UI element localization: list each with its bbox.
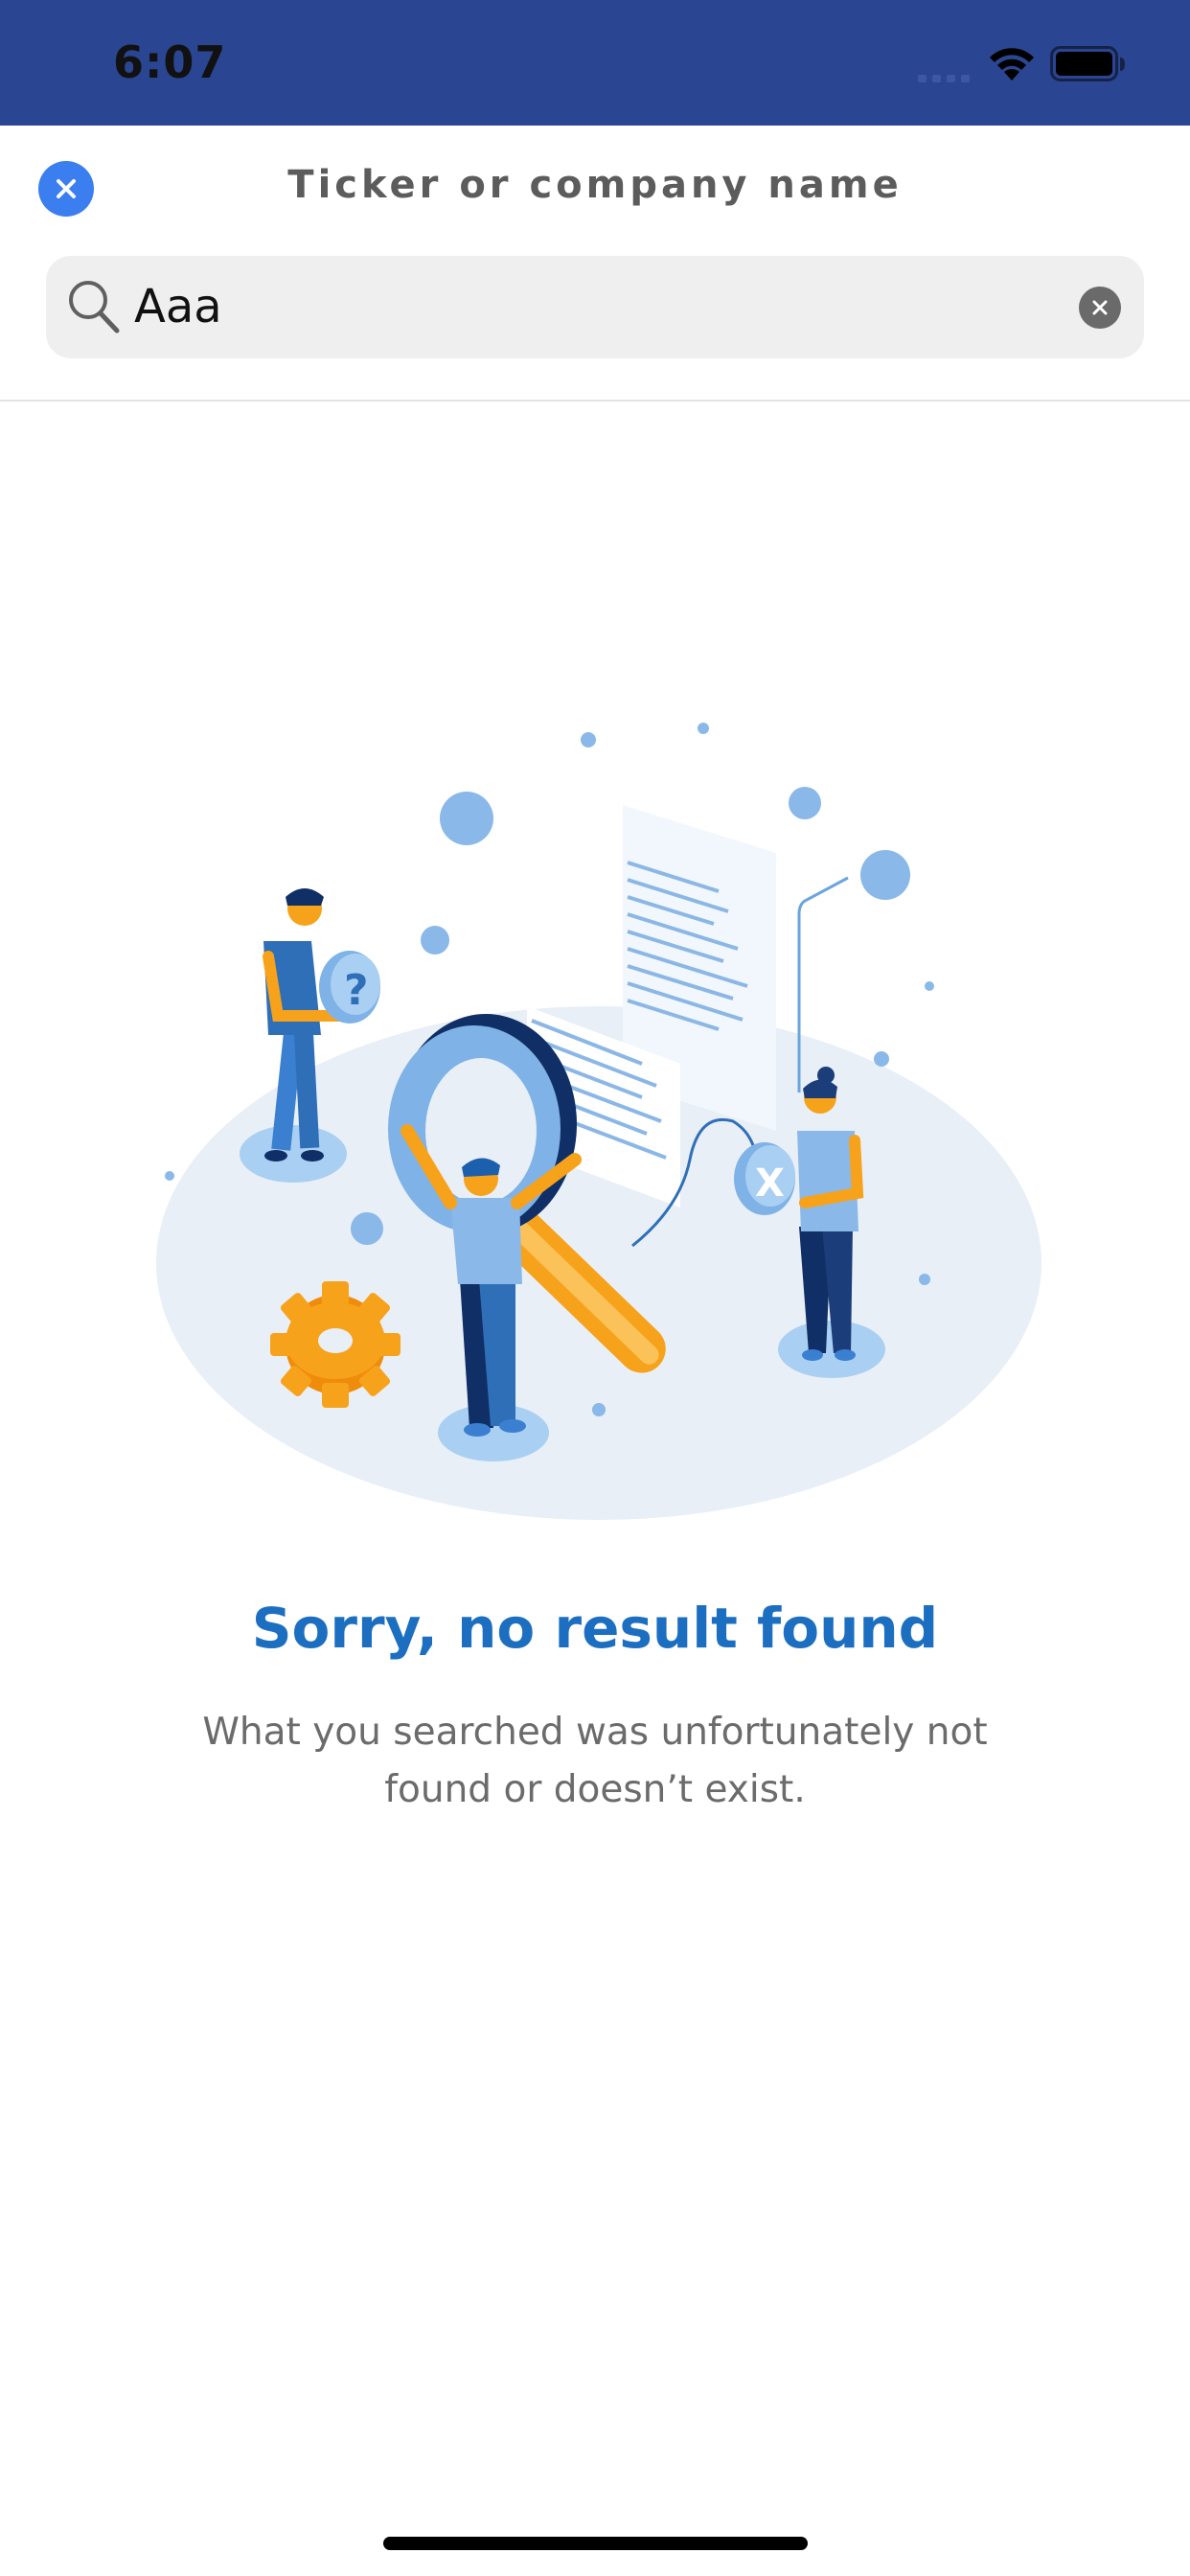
cellular-signal-icon: [918, 75, 970, 82]
clear-search-button[interactable]: [1079, 287, 1121, 329]
svg-text:X: X: [755, 1162, 785, 1206]
no-results-illustration: ? X: [156, 723, 1041, 1520]
search-input[interactable]: [134, 273, 1054, 340]
status-bar: 6:07: [0, 0, 1190, 126]
status-time: 6:07: [113, 36, 227, 88]
search-icon: [69, 281, 120, 334]
wifi-icon: [990, 48, 1034, 80]
home-indicator[interactable]: [383, 2537, 808, 2550]
search-bar[interactable]: [46, 256, 1144, 358]
no-results-message: What you searched was unfortunately not …: [202, 1711, 988, 1811]
clear-icon: [1092, 300, 1108, 315]
svg-text:?: ?: [344, 966, 369, 1015]
battery-icon: [1050, 46, 1125, 81]
page-title: Ticker or company name: [287, 163, 903, 207]
header-divider: [0, 400, 1190, 402]
search-screen: 6:07 Ticker or company name Aaa ? X Sorr…: [0, 0, 1190, 2576]
no-results-title: Sorry, no result found: [251, 1596, 939, 1661]
